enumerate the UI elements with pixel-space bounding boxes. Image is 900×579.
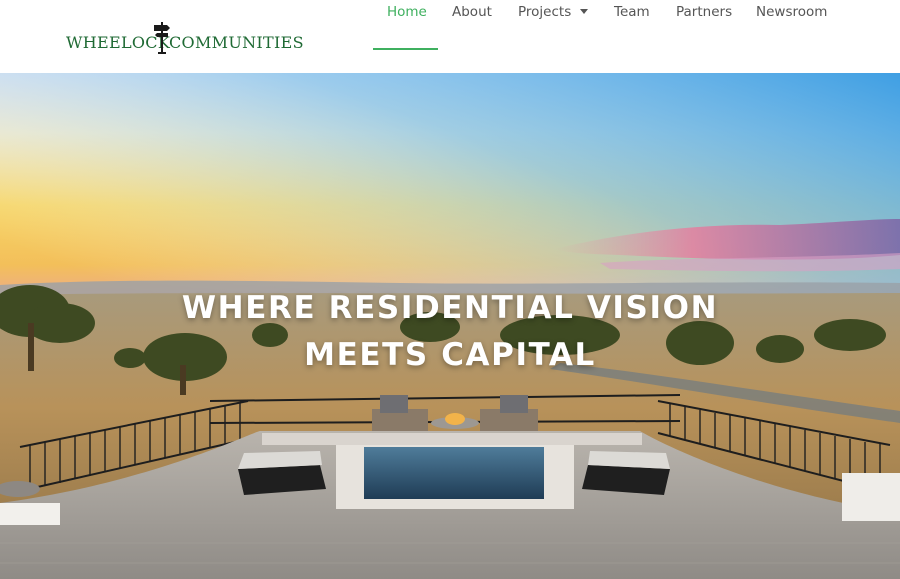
site-header: WHEELOCK COMMUNITIES Home About Projects… — [0, 0, 900, 73]
nav-team[interactable]: Team — [614, 0, 650, 28]
nav-newsroom[interactable]: Newsroom — [756, 0, 827, 28]
chevron-down-icon — [580, 8, 589, 14]
nav-partners[interactable]: Partners — [676, 0, 732, 28]
hero-heading: WHERE RESIDENTIAL VISION MEETS CAPITAL — [0, 285, 900, 379]
nav-active-underline — [373, 48, 438, 50]
nav-projects-label: Projects — [518, 4, 572, 20]
logo-wordmark-right: COMMUNITIES — [169, 33, 304, 52]
nav-about[interactable]: About — [452, 0, 492, 28]
nav-projects[interactable]: Projects — [518, 0, 589, 28]
hero-heading-line2: MEETS CAPITAL — [304, 337, 596, 373]
hero-heading-line1: WHERE RESIDENTIAL VISION — [181, 290, 719, 326]
hero-banner: WHERE RESIDENTIAL VISION MEETS CAPITAL — [0, 73, 900, 579]
nav-home[interactable]: Home — [387, 0, 427, 28]
site-logo[interactable]: WHEELOCK COMMUNITIES — [66, 18, 304, 54]
